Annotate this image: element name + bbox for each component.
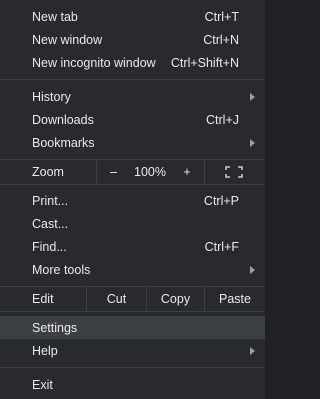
submenu-arrow-icon: [250, 346, 255, 355]
zoom-out-button[interactable]: –: [96, 160, 130, 184]
menu-item-more-tools[interactable]: More tools: [0, 258, 265, 281]
menu-item-new-tab[interactable]: New tab Ctrl+T: [0, 5, 265, 28]
help-label: Help: [32, 343, 58, 358]
history-label: History: [32, 89, 71, 104]
downloads-label: Downloads: [32, 112, 94, 127]
new-incognito-label: New incognito window: [32, 55, 156, 70]
menu-item-cast[interactable]: Cast...: [0, 212, 265, 235]
submenu-arrow-icon: [250, 92, 255, 101]
zoom-row: Zoom – 100% +: [0, 159, 265, 185]
edit-label: Edit: [32, 292, 54, 306]
fullscreen-button[interactable]: [204, 160, 265, 184]
find-shortcut: Ctrl+F: [204, 239, 239, 254]
cut-button[interactable]: Cut: [86, 287, 146, 311]
menu-item-new-window[interactable]: New window Ctrl+N: [0, 28, 265, 51]
menu-item-print[interactable]: Print... Ctrl+P: [0, 189, 265, 212]
find-label: Find...: [32, 239, 67, 254]
menu-item-history[interactable]: History: [0, 85, 265, 108]
separator: [0, 79, 265, 80]
exit-label: Exit: [32, 377, 53, 392]
new-tab-shortcut: Ctrl+T: [204, 9, 239, 24]
new-window-shortcut: Ctrl+N: [203, 32, 239, 47]
menu-item-downloads[interactable]: Downloads Ctrl+J: [0, 108, 265, 131]
menu-item-settings[interactable]: Settings: [0, 316, 265, 339]
new-tab-label: New tab: [32, 9, 78, 24]
print-shortcut: Ctrl+P: [203, 193, 239, 208]
more-tools-label: More tools: [32, 262, 91, 277]
menu-item-find[interactable]: Find... Ctrl+F: [0, 235, 265, 258]
menu-item-exit[interactable]: Exit: [0, 373, 265, 396]
paste-button[interactable]: Paste: [204, 287, 265, 311]
copy-button[interactable]: Copy: [146, 287, 204, 311]
fullscreen-icon: [225, 166, 243, 178]
edit-row: Edit Cut Copy Paste: [0, 286, 265, 312]
separator: [0, 367, 265, 368]
print-label: Print...: [32, 193, 69, 208]
chrome-main-menu: New tab Ctrl+T New window Ctrl+N New inc…: [0, 0, 265, 399]
zoom-level: 100%: [134, 165, 166, 179]
menu-item-bookmarks[interactable]: Bookmarks: [0, 131, 265, 154]
zoom-in-button[interactable]: +: [170, 160, 204, 184]
menu-item-new-incognito-window[interactable]: New incognito window Ctrl+Shift+N: [0, 51, 265, 74]
new-incognito-shortcut: Ctrl+Shift+N: [170, 55, 239, 70]
downloads-shortcut: Ctrl+J: [206, 112, 239, 127]
submenu-arrow-icon: [250, 138, 255, 147]
cast-label: Cast...: [32, 216, 69, 231]
settings-label: Settings: [32, 320, 78, 335]
submenu-arrow-icon: [250, 265, 255, 274]
new-window-label: New window: [32, 32, 103, 47]
menu-item-help[interactable]: Help: [0, 339, 265, 362]
zoom-label: Zoom: [32, 165, 64, 179]
bookmarks-label: Bookmarks: [32, 135, 95, 150]
